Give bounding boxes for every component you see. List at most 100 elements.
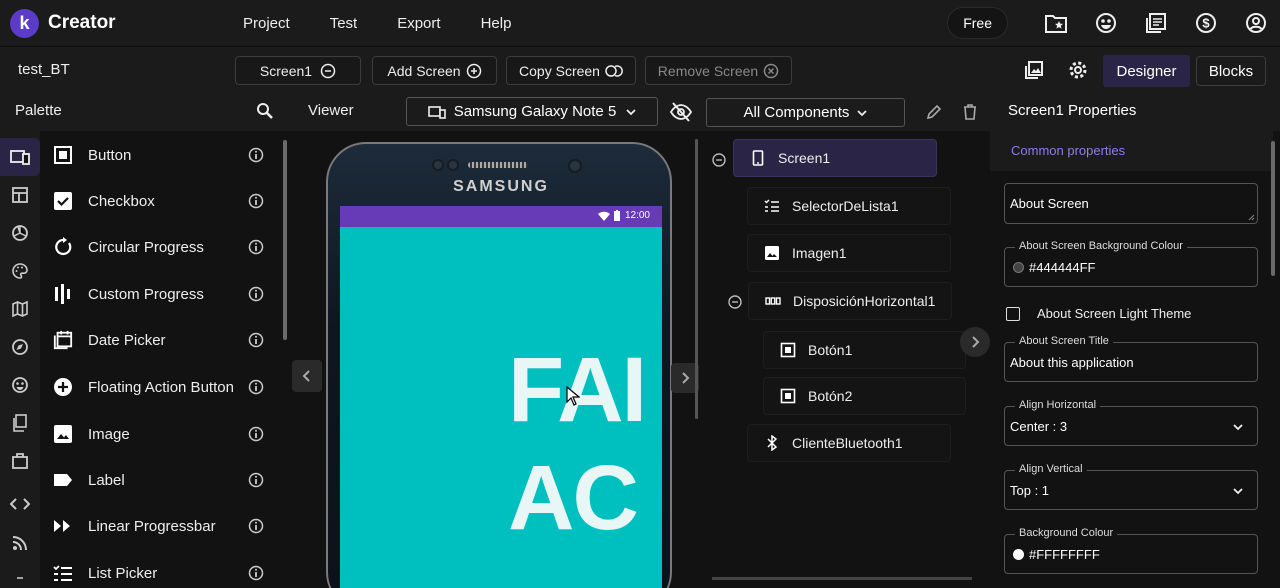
top-right-actions: Free $	[947, 7, 1270, 39]
copy-icon	[605, 64, 623, 77]
emoji-icon[interactable]	[1092, 9, 1120, 37]
collapse-icon[interactable]	[712, 153, 726, 167]
category-connectivity-icon[interactable]	[0, 442, 40, 480]
tree-item-selectordelista1[interactable]: SelectorDeLista1	[747, 187, 951, 225]
dollar-icon[interactable]: $	[1192, 9, 1220, 37]
align-vertical-select[interactable]: Align Vertical Top : 1	[1004, 463, 1258, 510]
tree-item-boton1[interactable]: Botón1	[763, 331, 966, 369]
palette-item-checkbox[interactable]: Checkbox	[40, 178, 280, 224]
about-screen-textarea[interactable]: About Screen	[1004, 183, 1258, 224]
about-screen-title-field[interactable]: About Screen Title About this applicatio…	[1004, 335, 1258, 382]
palette-item-label-component[interactable]: Label	[40, 457, 280, 503]
tree-item-screen1[interactable]: Screen1	[733, 139, 937, 177]
common-properties-label: Common properties	[1011, 143, 1126, 158]
tree-item-label: Screen1	[778, 150, 831, 166]
align-vertical-label: Align Vertical	[1015, 463, 1087, 475]
palette-item-floating-action-button[interactable]: Floating Action Button	[40, 364, 280, 410]
palette-item-button[interactable]: Button	[40, 132, 280, 178]
info-icon[interactable]	[248, 565, 264, 581]
category-code-icon[interactable]	[0, 485, 40, 523]
viewer-scrollbar[interactable]	[695, 139, 698, 419]
screen-select-button[interactable]: Screen1	[235, 56, 361, 85]
phone-sensor	[432, 159, 444, 171]
align-horizontal-select[interactable]: Align Horizontal Center : 3	[1004, 399, 1258, 446]
device-name: Samsung Galaxy Note 5	[453, 103, 617, 120]
menu-export[interactable]: Export	[397, 15, 440, 32]
phone-icon	[750, 150, 766, 166]
free-button[interactable]: Free	[947, 7, 1008, 39]
blocks-button[interactable]: Blocks	[1196, 56, 1266, 86]
search-icon[interactable]	[256, 102, 274, 123]
account-icon[interactable]	[1242, 9, 1270, 37]
light-theme-checkbox[interactable]	[1006, 307, 1020, 321]
category-maps-icon[interactable]	[0, 290, 40, 328]
common-properties-tab[interactable]: Common properties	[990, 131, 1273, 171]
palette-item-custom-progress[interactable]: Custom Progress	[40, 271, 280, 317]
category-layout-icon[interactable]	[0, 176, 40, 214]
project-name: test_BT	[18, 61, 70, 78]
tree-item-clientebluetooth1[interactable]: ClienteBluetooth1	[747, 424, 951, 462]
folder-star-icon[interactable]	[1042, 9, 1070, 37]
tree-item-imagen1[interactable]: Imagen1	[747, 234, 951, 272]
components-filter-select[interactable]: All Components	[706, 98, 905, 127]
properties-toggle-button[interactable]	[960, 327, 990, 357]
info-icon[interactable]	[248, 286, 264, 302]
menu-test[interactable]: Test	[330, 15, 358, 32]
viewer-prev-button[interactable]	[292, 360, 322, 392]
palette-item-label: Checkbox	[88, 192, 155, 210]
info-icon[interactable]	[248, 379, 264, 395]
tree-item-boton2[interactable]: Botón2	[763, 377, 966, 415]
category-sensors-icon[interactable]	[0, 328, 40, 366]
components-hscrollbar[interactable]	[712, 577, 972, 580]
palette-item-list-picker[interactable]: List Picker	[40, 550, 280, 588]
align-vertical-value: Top : 1	[1010, 483, 1050, 498]
info-icon[interactable]	[248, 518, 264, 534]
trash-icon[interactable]	[963, 104, 977, 123]
date-picker-icon	[53, 330, 73, 350]
category-user-interface-icon[interactable]	[0, 138, 40, 176]
menu-help[interactable]: Help	[481, 15, 512, 32]
palette-item-label: Button	[88, 146, 132, 164]
button-icon	[53, 145, 73, 165]
info-icon[interactable]	[248, 239, 264, 255]
designer-button[interactable]: Designer	[1103, 55, 1190, 87]
info-icon[interactable]	[248, 193, 264, 209]
about-screen-title-value: About this application	[1010, 355, 1134, 370]
info-icon[interactable]	[248, 426, 264, 442]
battery-icon	[614, 210, 620, 221]
category-rss-icon[interactable]	[0, 524, 40, 562]
gallery-icon[interactable]	[1023, 59, 1045, 81]
background-colour-field[interactable]: Background Colour #FFFFFFFF	[1004, 527, 1258, 574]
properties-scrollbar[interactable]	[1271, 141, 1275, 276]
category-more-icon[interactable]	[0, 559, 40, 588]
palette-scrollbar[interactable]	[283, 140, 287, 340]
colour-swatch	[1013, 262, 1024, 273]
tree-item-disposicionhorizontal1[interactable]: DisposiciónHorizontal1	[748, 282, 952, 320]
category-drawing-icon[interactable]	[0, 252, 40, 290]
app-logo[interactable]: k Creator	[10, 8, 116, 38]
copy-screen-button[interactable]: Copy Screen	[506, 56, 636, 85]
info-icon[interactable]	[248, 472, 264, 488]
collapse-icon[interactable]	[728, 295, 742, 309]
category-social-icon[interactable]	[0, 366, 40, 404]
palette-item-date-picker[interactable]: Date Picker	[40, 317, 280, 363]
palette-item-circular-progress[interactable]: Circular Progress	[40, 224, 280, 270]
settings-gear-icon[interactable]	[1067, 59, 1089, 81]
category-media-icon[interactable]	[0, 214, 40, 252]
remove-screen-button[interactable]: Remove Screen	[645, 56, 792, 85]
phone-screen[interactable]: 12:00 FAI AC	[340, 206, 662, 588]
info-icon[interactable]	[248, 147, 264, 163]
library-icon[interactable]	[1142, 9, 1170, 37]
about-screen-value: About Screen	[1010, 196, 1089, 211]
category-storage-icon[interactable]	[0, 404, 40, 442]
palette-item-image[interactable]: Image	[40, 411, 280, 457]
device-select[interactable]: Samsung Galaxy Note 5	[406, 97, 658, 126]
pencil-icon[interactable]	[926, 104, 942, 123]
palette-item-linear-progressbar[interactable]: Linear Progressbar	[40, 503, 280, 549]
about-screen-bg-colour-field[interactable]: About Screen Background Colour #444444FF	[1004, 240, 1258, 287]
info-icon[interactable]	[248, 332, 264, 348]
add-screen-button[interactable]: Add Screen	[372, 56, 497, 85]
eye-off-icon[interactable]	[669, 102, 693, 125]
screen-toolbar: test_BT Screen1 Add Screen Copy Screen R…	[0, 46, 1280, 92]
menu-project[interactable]: Project	[243, 15, 290, 32]
